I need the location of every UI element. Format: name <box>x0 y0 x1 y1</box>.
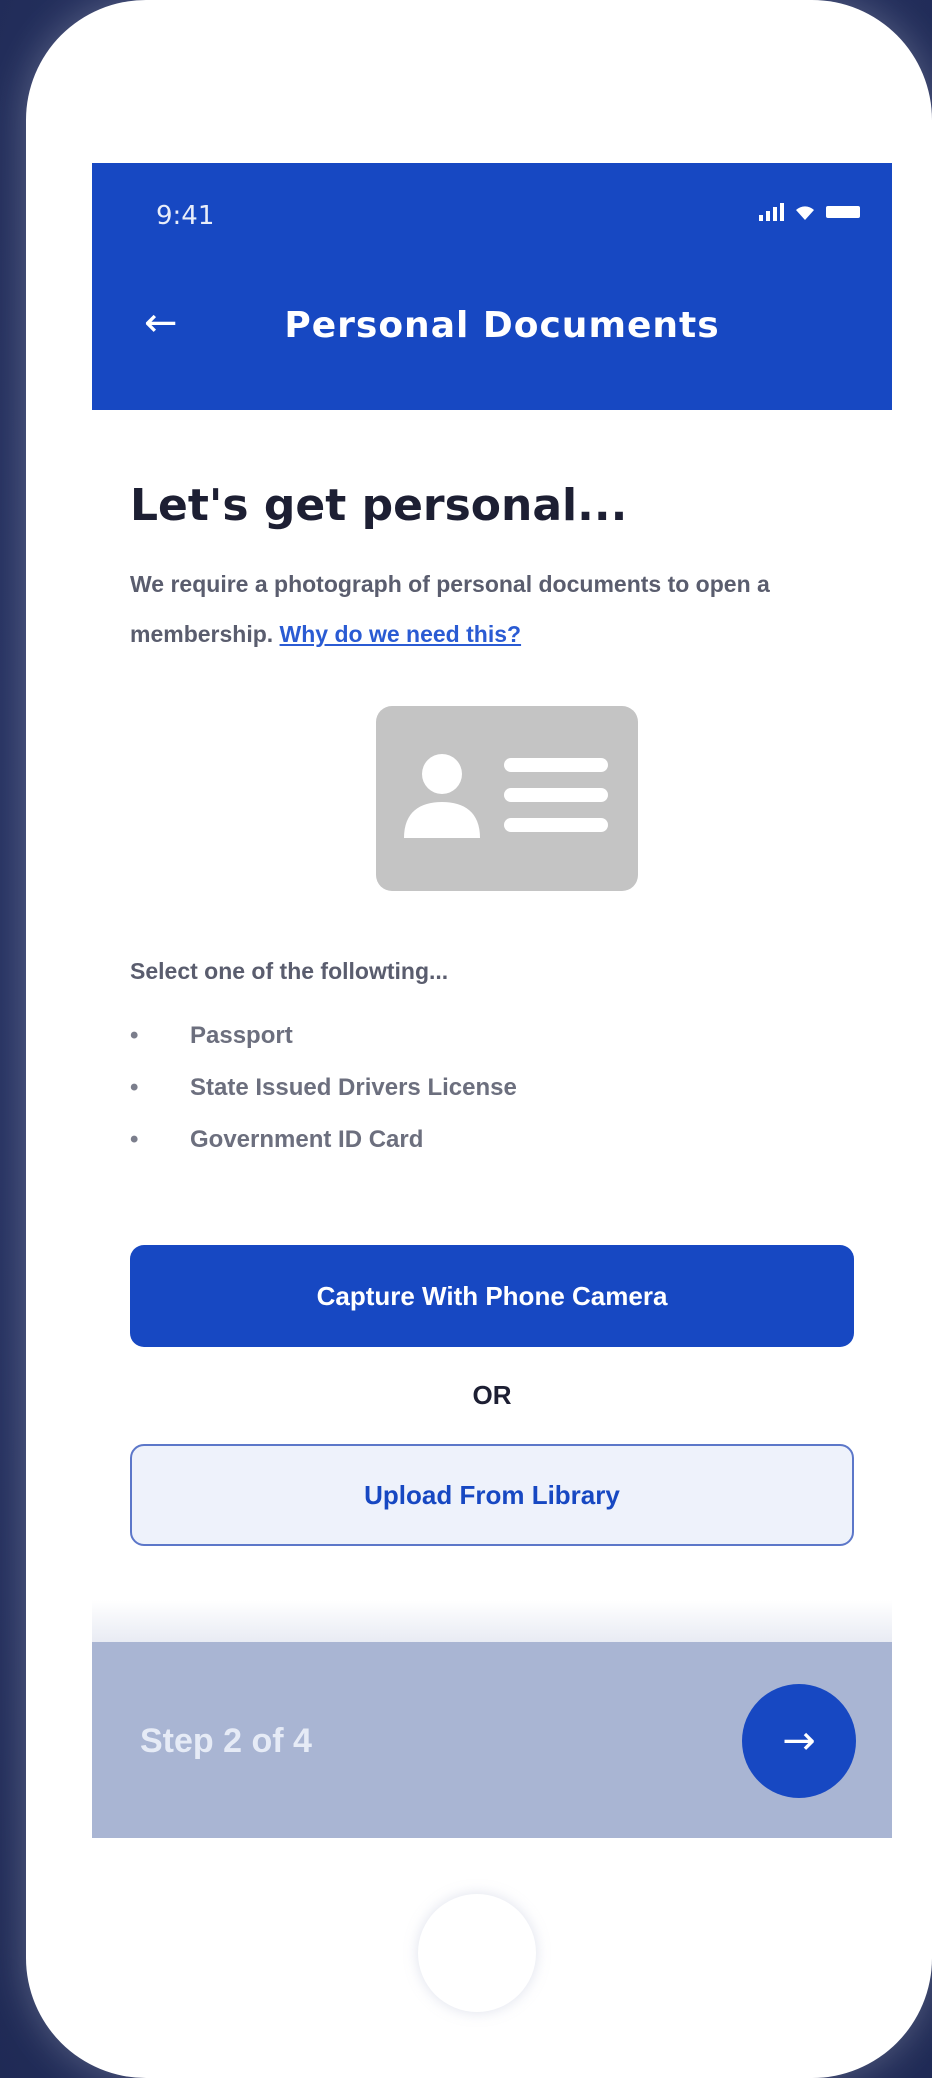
document-label: Government ID Card <box>190 1126 424 1153</box>
list-item: • State Issued Drivers License <box>130 1062 850 1114</box>
document-list: • Passport • State Issued Drivers Licens… <box>130 1010 850 1166</box>
main-content: Let's get personal... We require a photo… <box>130 410 850 1153</box>
capture-camera-button[interactable]: Capture With Phone Camera <box>130 1245 854 1347</box>
or-divider: OR <box>472 1380 512 1410</box>
list-item: • Government ID Card <box>130 1114 850 1166</box>
header-title: Personal Documents <box>284 305 720 346</box>
status-icons <box>759 203 860 221</box>
id-card-icon <box>376 706 638 891</box>
footer-shadow <box>92 1600 892 1642</box>
upload-library-button[interactable]: Upload From Library <box>130 1444 854 1546</box>
id-card-graphic <box>404 754 608 838</box>
bullet-icon: • <box>130 1126 139 1153</box>
home-button[interactable] <box>418 1894 536 2012</box>
document-label: Passport <box>190 1022 293 1049</box>
document-label: State Issued Drivers License <box>190 1074 517 1101</box>
app-header: 9:41 ← Personal Documents <box>92 163 892 410</box>
signal-icon <box>759 203 784 221</box>
bullet-icon: • <box>130 1022 139 1049</box>
list-item: • Passport <box>130 1010 850 1062</box>
footer-bar: Step 2 of 4 → <box>92 1642 892 1838</box>
page-title: Let's get personal... <box>130 480 628 531</box>
phone-frame: 9:41 ← Personal Documents Let's get pers… <box>26 0 932 2078</box>
battery-icon <box>826 206 860 218</box>
bullet-icon: • <box>130 1074 139 1101</box>
why-link[interactable]: Why do we need this? <box>280 621 522 647</box>
intro-paragraph: We require a photograph of personal docu… <box>130 559 850 659</box>
select-label: Select one of the followting... <box>130 958 449 984</box>
status-time: 9:41 <box>156 201 215 231</box>
next-arrow-button[interactable]: → <box>742 1684 856 1798</box>
wifi-icon <box>796 206 814 220</box>
step-indicator: Step 2 of 4 <box>140 1722 312 1760</box>
